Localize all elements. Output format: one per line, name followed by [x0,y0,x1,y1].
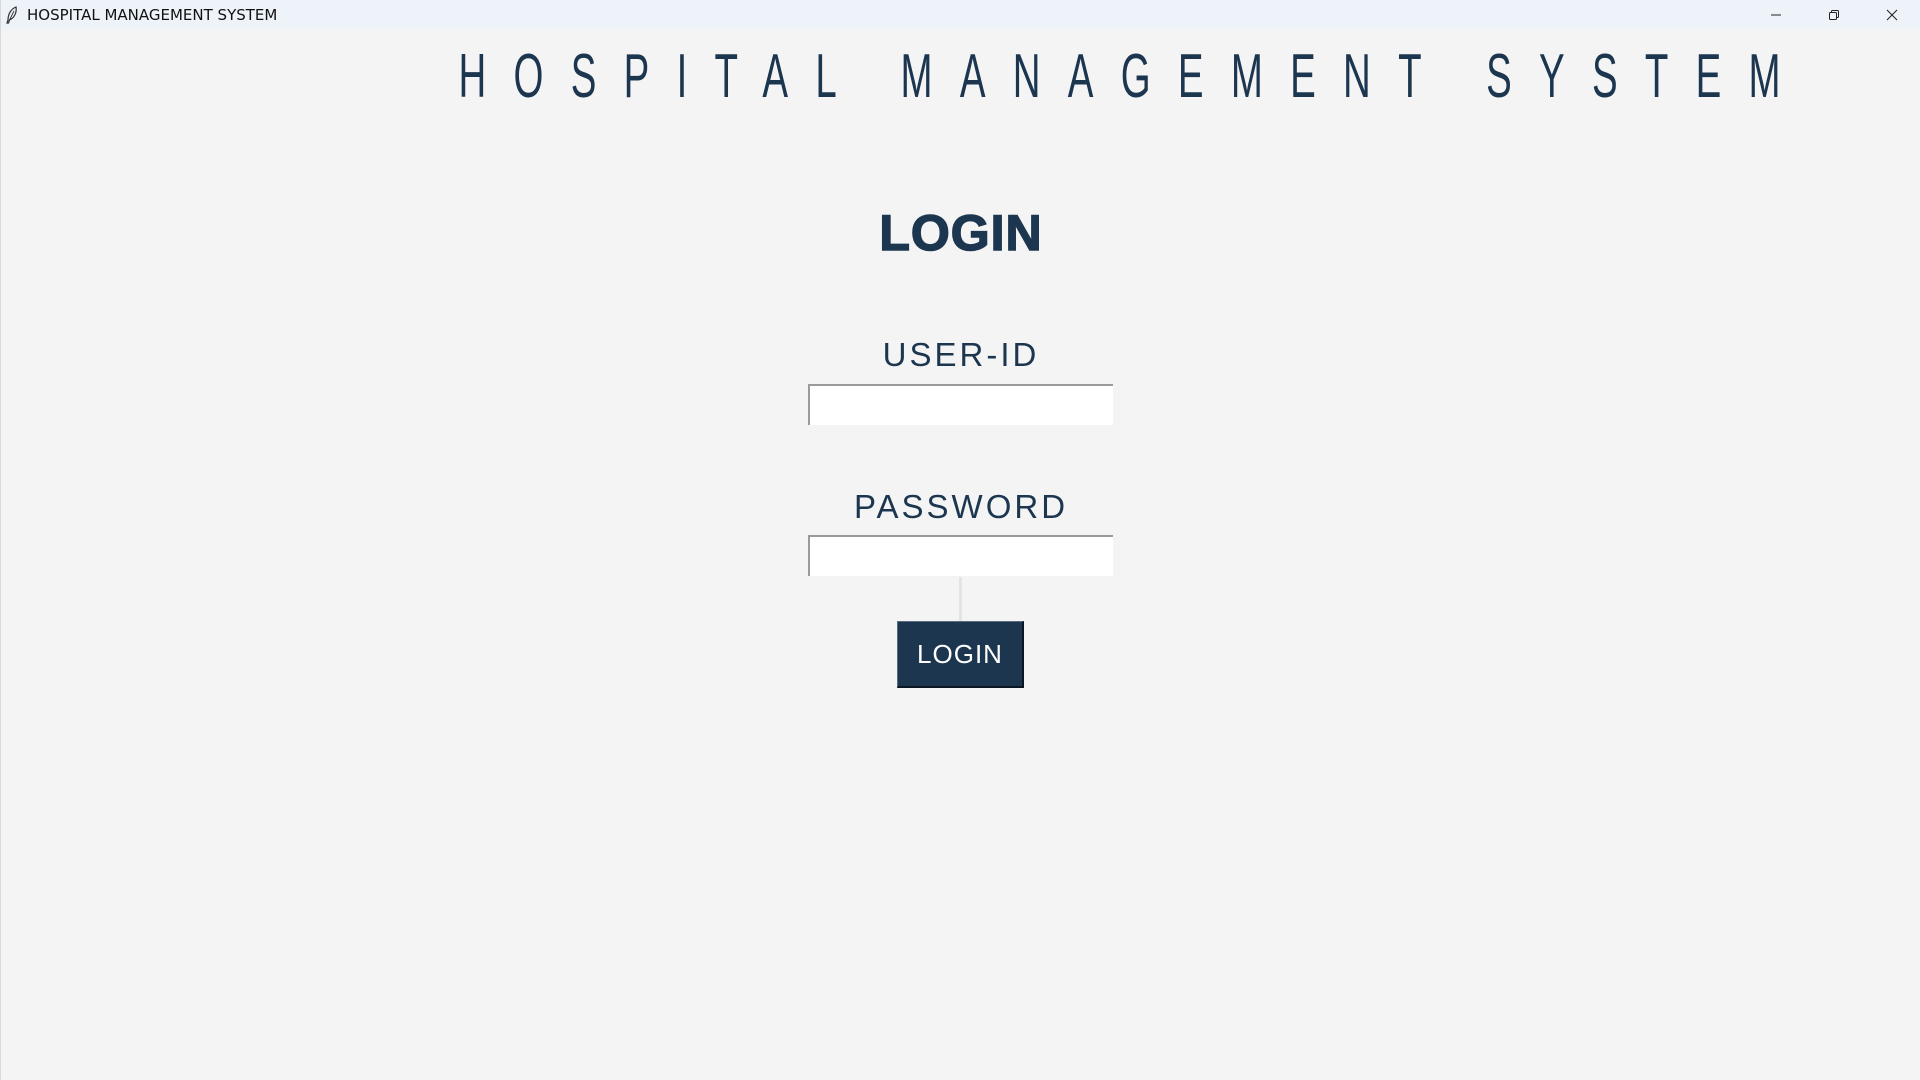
divider [959,577,962,621]
title-bar[interactable]: HOSPITAL MANAGEMENT SYSTEM [1,0,1920,29]
password-label: PASSWORD [853,488,1069,525]
feather-icon [6,5,18,24]
window-title: HOSPITAL MANAGEMENT SYSTEM [27,5,278,24]
restore-icon [1829,9,1839,20]
password-input[interactable] [808,535,1113,576]
app-header-title: HOSPITAL MANAGEMENT SYSTEM [1,44,1920,110]
app-header-text: HOSPITAL MANAGEMENT SYSTEM [458,42,1808,111]
minimize-icon [1771,14,1781,15]
minimize-button[interactable] [1747,0,1805,29]
user-id-input[interactable] [808,384,1113,425]
login-button[interactable]: LOGIN [897,621,1024,688]
user-id-label: USER-ID [882,336,1040,373]
close-icon [1886,9,1898,20]
maximize-button[interactable] [1805,0,1863,29]
login-heading: LOGIN [879,204,1043,262]
close-button[interactable] [1863,0,1920,29]
window-controls [1747,0,1920,29]
app-window: HOSPITAL MANAGEMENT SYSTEM HOSPITAL MANA… [0,0,1920,1080]
